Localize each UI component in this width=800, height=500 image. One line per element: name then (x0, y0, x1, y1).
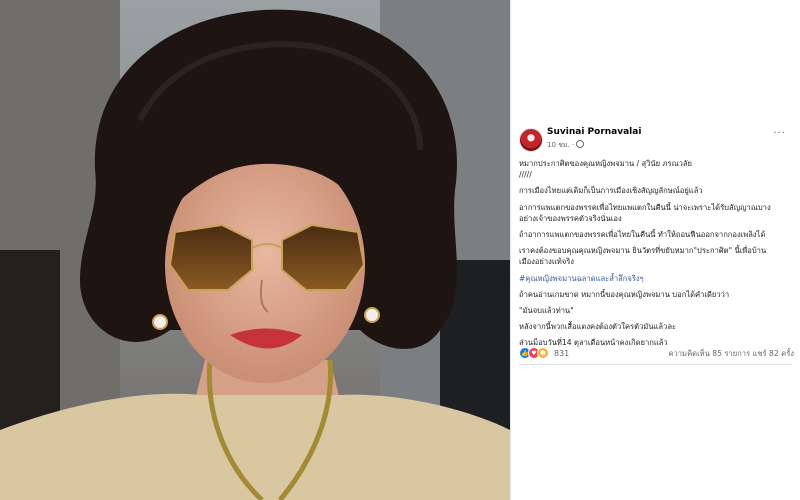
reaction-count: 831 (554, 348, 570, 358)
author-avatar[interactable] (519, 128, 543, 152)
comments-shares-stats[interactable]: ความคิดเห็น 85 รายการ แชร์ 82 ครั้ง (668, 348, 794, 360)
post-line: อย่างเจ้าของพรรคตัวจริงนั่นเอง (519, 213, 622, 223)
post-photo[interactable] (0, 0, 510, 500)
post-line: หลังจากนี้พวกเสื้อแดงคงต้องตัวใครตัวมันแ… (519, 322, 677, 332)
post-line: เมืองอย่างแท้จริง (519, 257, 574, 267)
screen: Suvinai Pornavalai 10 ชม. · ··· หมากประก… (0, 0, 800, 500)
post-panel: Suvinai Pornavalai 10 ชม. · ··· หมากประก… (511, 0, 800, 500)
post-line: ถ้าอาการแพแตกของพรรคเพื่อไทยในคืนนี้ ทำใ… (519, 230, 766, 240)
haha-icon: ☻ (537, 347, 549, 359)
post-timestamp[interactable]: 10 ชม. · (547, 140, 585, 151)
more-options-icon[interactable]: ··· (773, 128, 786, 139)
reaction-summary[interactable]: 👍 ♥ ☻ 831 (519, 347, 569, 359)
post-line: อาการแพแตกของพรรคเพื่อไทยแพแตกในคืนนี้ น… (519, 202, 771, 212)
post-line: เราคงต้องขอบคุณคุณหญิงพจมาน ยินวัตรที่ขย… (519, 246, 767, 256)
globe-icon (576, 140, 585, 148)
post-text: หมากประกาศิตของคุณหญิงพจมาน / สุวินัย ภร… (519, 158, 798, 349)
woman-portrait-image (0, 0, 510, 500)
post-line: หมากประกาศิตของคุณหญิงพจมาน / สุวินัย ภร… (519, 159, 692, 168)
separator (519, 364, 792, 365)
hashtag-link[interactable]: #คุณหญิงพจมานฉลาดและล้ำลึกจริงๆ (519, 273, 798, 284)
post-line: ///// (519, 170, 532, 180)
timestamp-text: 10 ชม. · (547, 141, 575, 149)
author-name[interactable]: Suvinai Pornavalai (547, 127, 641, 137)
post-line: การเมืองไทยแต่เดิมก็เป็นการเมืองเชิงสัญญ… (519, 186, 703, 196)
post-line: "มันจบแล้วท่าน" (519, 306, 574, 316)
post-line: ถ้าคนอ่านเกมขาด หมากนี้ของคุณหญิงพจมาน บ… (519, 289, 730, 299)
